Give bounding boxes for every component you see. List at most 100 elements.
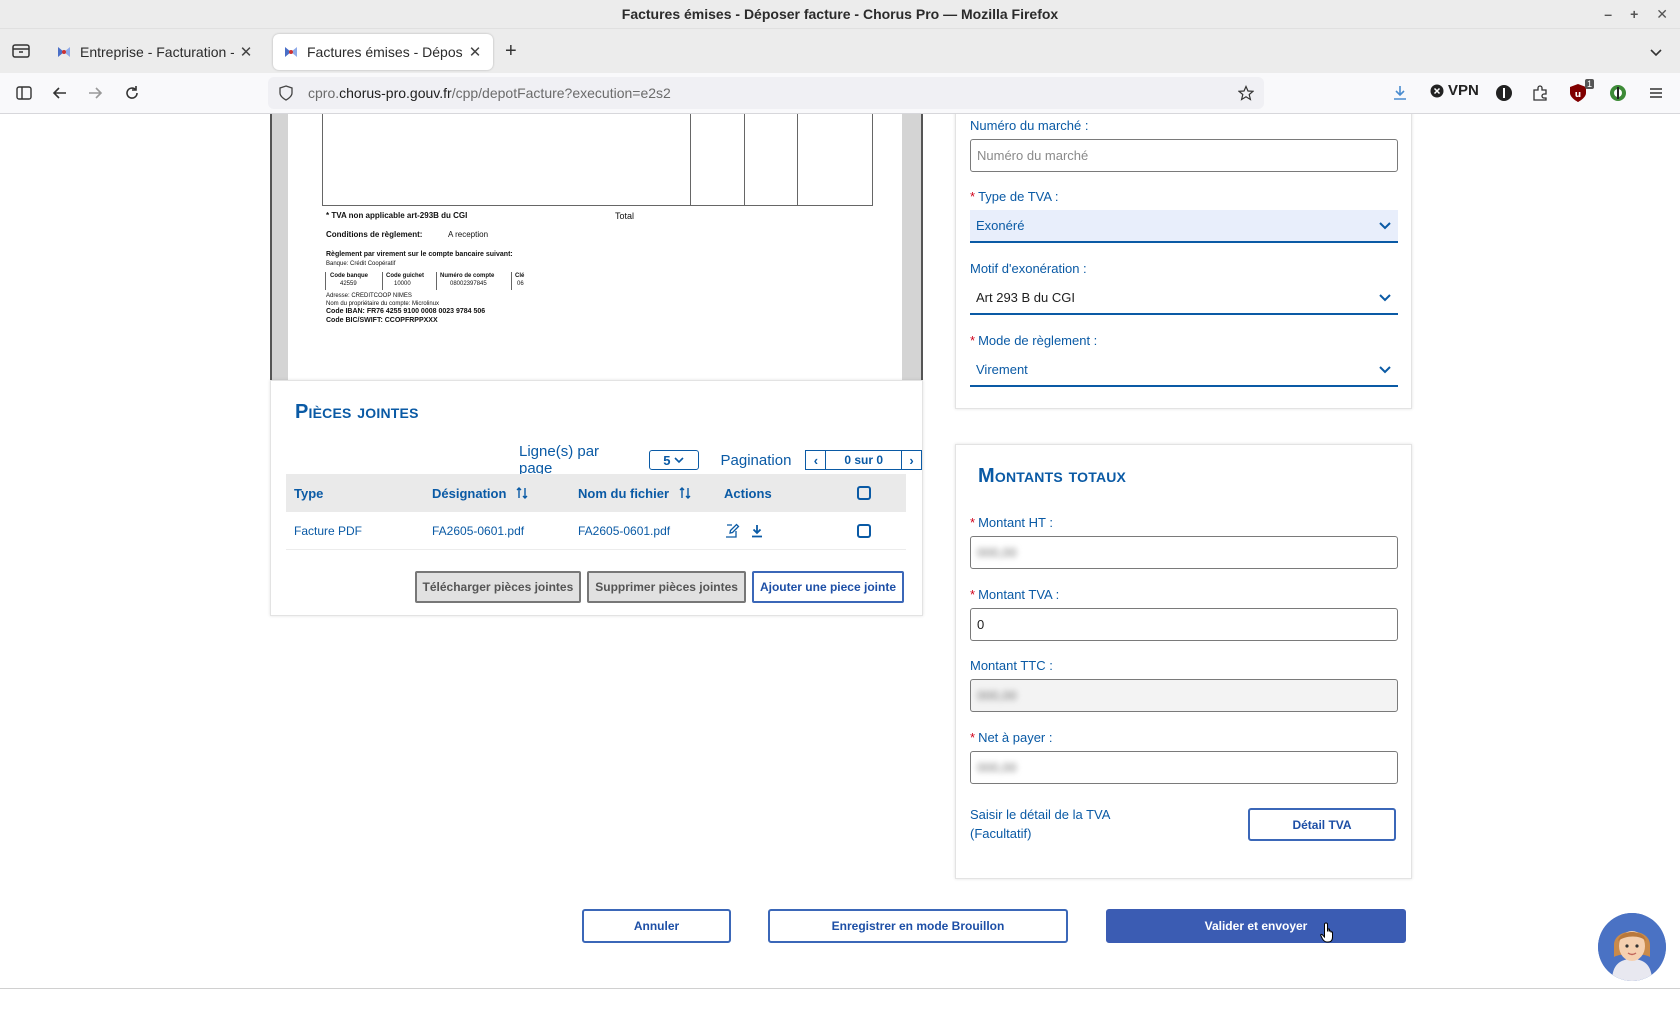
row-checkbox[interactable] (857, 523, 871, 538)
privacy-badger-icon[interactable] (1608, 83, 1628, 103)
required-marker: * (970, 515, 976, 530)
select-all-cell (834, 486, 894, 500)
url-domain: chorus-pro.gouv.fr (339, 85, 452, 101)
save-draft-button[interactable]: Enregistrer en mode Brouillon (768, 909, 1068, 943)
motif-exoneration-value: Art 293 B du CGI (976, 290, 1075, 305)
tab-label: Factures émises - Déposer f (307, 44, 463, 60)
tva-detail-hint-line2: (Facultatif) (970, 826, 1032, 841)
maximize-icon[interactable]: + (1630, 0, 1638, 29)
url-path: /cpp/depotFacture?execution=e2s2 (451, 85, 671, 101)
numero-marche-label: Numéro du marché : (970, 118, 1089, 133)
montant-ht-input[interactable]: 000,00 (970, 536, 1398, 569)
window-titlebar: Factures émises - Déposer facture - Chor… (0, 0, 1680, 29)
pdf-virement-label: Règlement par virement sur le compte ban… (326, 251, 513, 258)
pdf-bank-header: Code banque (330, 273, 369, 279)
label-text: Net à payer : (978, 730, 1053, 745)
montant-ht-label: * Montant HT : (970, 515, 1398, 530)
prev-page-button[interactable]: ‹ (806, 451, 827, 469)
chevron-down-icon (1379, 294, 1391, 302)
downloads-icon[interactable] (1390, 83, 1410, 103)
pdf-bank-header: Numéro de compte (440, 273, 495, 279)
tab-manager-icon[interactable] (10, 39, 32, 61)
pieces-jointes-table: Type Désignation Nom du fichier Actions … (286, 474, 906, 550)
pagination-control: ‹ 0 sur 0 › (805, 450, 922, 470)
minimize-icon[interactable]: – (1604, 0, 1612, 29)
pagination-value[interactable]: 0 sur 0 (826, 453, 901, 467)
extensions-puzzle-icon[interactable] (1530, 83, 1550, 103)
validate-and-send-button[interactable]: Valider et envoyer (1106, 909, 1406, 943)
add-attachment-button[interactable]: Ajouter une piece jointe (751, 571, 904, 603)
bookmark-star-icon[interactable] (1238, 85, 1254, 101)
tab-label: Entreprise - Facturation - Po (80, 44, 234, 60)
chorus-favicon-icon (58, 47, 70, 57)
select-all-checkbox[interactable] (857, 486, 871, 500)
numero-marche-input[interactable]: Numéro du marché (970, 139, 1398, 172)
motif-exoneration-label: Motif d'exonération : (970, 261, 1087, 276)
download-attachments-button[interactable]: Télécharger pièces jointes (414, 571, 582, 603)
detail-tva-button[interactable]: Détail TVA (1248, 808, 1396, 841)
net-a-payer-label: * Net à payer : (970, 730, 1398, 745)
net-a-payer-input[interactable]: 000,00 (970, 751, 1398, 784)
tva-detail-hint-line1: Saisir le détail de la TVA (970, 807, 1111, 822)
vpn-label: VPN (1448, 82, 1479, 99)
column-type: Type (294, 485, 324, 501)
required-marker: * (970, 333, 976, 348)
reload-icon[interactable] (122, 83, 142, 103)
montant-tva-field: * Montant TVA : 0 (970, 587, 1398, 641)
table-header: Type Désignation Nom du fichier Actions (286, 474, 906, 512)
type-tva-field: * Type de TVA : Exonéré (970, 189, 1398, 243)
column-label: Nom du fichier (578, 485, 670, 501)
row-actions (724, 523, 834, 539)
row-filename[interactable]: FA2605-0601.pdf (578, 524, 724, 538)
pdf-bank-table: Code banque Code guichet Numéro de compt… (325, 272, 545, 290)
type-tva-select[interactable]: Exonéré (970, 210, 1398, 243)
page-content: * TVA non applicable art-293B du CGI Tot… (0, 114, 1680, 1010)
row-select-cell (834, 523, 894, 538)
download-icon[interactable] (750, 524, 764, 538)
close-window-icon[interactable]: ✕ (1656, 0, 1668, 29)
ublock-icon[interactable]: u 1 (1568, 79, 1594, 103)
url-prefix: cpro. (308, 85, 340, 101)
svg-text:u: u (1575, 90, 1581, 100)
edit-icon[interactable] (724, 523, 740, 539)
extension-badge: 1 (1584, 79, 1594, 89)
sort-icon[interactable] (679, 486, 691, 500)
delete-attachments-button[interactable]: Supprimer pièces jointes (587, 571, 746, 603)
pdf-bank-header: Clé (515, 273, 525, 279)
column-designation[interactable]: Désignation (432, 486, 578, 501)
cancel-button[interactable]: Annuler (582, 909, 731, 943)
montant-tva-input[interactable]: 0 (970, 608, 1398, 641)
montants-totaux-panel: Montants totaux * Montant HT : 000,00 * Mo… (955, 444, 1412, 879)
forward-icon[interactable] (85, 83, 105, 103)
list-all-tabs-icon[interactable] (1648, 44, 1664, 60)
sort-icon[interactable] (516, 486, 528, 500)
lines-per-page-select[interactable]: 5 (649, 450, 699, 470)
url-bar[interactable]: cpro.chorus-pro.gouv.fr/cpp/depotFacture… (268, 77, 1264, 109)
mode-reglement-select[interactable]: Virement (970, 354, 1398, 387)
tab-factures-emises[interactable]: Factures émises - Déposer f ✕ (273, 34, 493, 70)
pagination-label: Pagination (720, 451, 792, 469)
sidebar-icon[interactable] (14, 83, 34, 103)
motif-exoneration-field: Motif d'exonération : Art 293 B du CGI (970, 261, 1398, 315)
tracking-protection-icon[interactable] (278, 85, 294, 101)
back-icon[interactable] (50, 83, 70, 103)
pieces-jointes-title: Pièces jointes (295, 401, 419, 423)
montant-ttc-value: 000,00 (977, 688, 1017, 703)
page-footer-divider (0, 988, 1680, 989)
mode-reglement-label: * Mode de règlement : (970, 333, 1398, 348)
vpn-button[interactable]: VPN (1430, 82, 1479, 99)
motif-exoneration-select[interactable]: Art 293 B du CGI (970, 282, 1398, 315)
column-nom-fichier[interactable]: Nom du fichier (578, 486, 724, 501)
menu-hamburger-icon[interactable] (1646, 83, 1666, 103)
window-title: Factures émises - Déposer facture - Chor… (621, 6, 1059, 22)
extension-info-icon[interactable] (1494, 83, 1514, 103)
next-page-button[interactable]: › (901, 451, 921, 469)
chat-assistant-avatar[interactable] (1598, 913, 1666, 981)
montant-ttc-input: 000,00 (970, 679, 1398, 712)
chevron-down-icon (674, 457, 685, 464)
tab-entreprise-facturation[interactable]: Entreprise - Facturation - Po ✕ (46, 34, 264, 70)
montant-ttc-field: Montant TTC : 000,00 (970, 658, 1398, 712)
close-tab-icon[interactable]: ✕ (238, 43, 254, 61)
new-tab-icon[interactable]: + (505, 41, 517, 61)
close-tab-icon[interactable]: ✕ (467, 43, 483, 61)
